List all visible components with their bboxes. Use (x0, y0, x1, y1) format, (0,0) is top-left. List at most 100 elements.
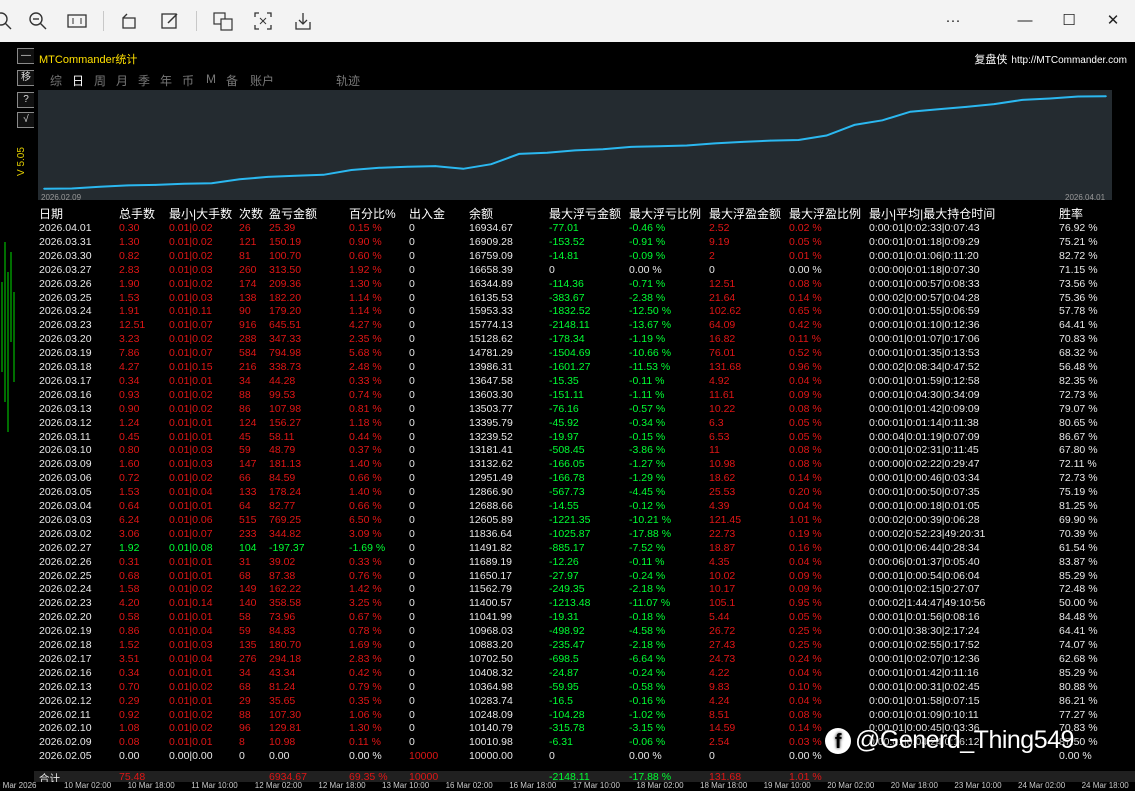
cell-date: 2026.02.20 (39, 611, 92, 624)
help-button[interactable]: ? (17, 92, 35, 108)
cell-balance: 13239.52 (469, 430, 513, 443)
cell-max-float-profit-ratio: 0.05 % (789, 430, 822, 443)
balance-point (266, 176, 269, 178)
balance-point (546, 152, 548, 154)
cell-count: 96 (239, 722, 251, 735)
brand-link[interactable]: 复盘侠 http://MTCommander.com (974, 51, 1127, 67)
cell-win-rate: 81.25 % (1059, 500, 1098, 512)
cell-max-float-loss-ratio: -10.21 % (629, 513, 672, 526)
cell-total-lots: 0.34 (119, 666, 140, 679)
cell-max-float-profit: 18.87 (709, 541, 736, 554)
balance-curve-line (43, 95, 1107, 190)
cell-date: 2026.02.24 (39, 583, 92, 596)
more-options-button[interactable]: ··· (938, 8, 968, 34)
maximize-button[interactable]: ☐ (1054, 8, 1084, 34)
table-row: 2026.03.16 0.93 0.01|0.02 88 99.53 0.74 % 0 136… (34, 389, 1135, 403)
crop-icon[interactable] (252, 10, 274, 32)
tab-weekly[interactable]: 周 (94, 72, 106, 89)
tab-track[interactable]: 轨迹 (336, 72, 360, 89)
minimize-button[interactable]: — (1010, 8, 1040, 34)
cell-pnl: 0.00 (269, 750, 290, 763)
cell-balance: 11041.99 (469, 611, 513, 624)
move-button[interactable]: 移 (17, 70, 35, 86)
cell-holding-time: 0:00:01|0:02:55|0:17:52 (869, 639, 980, 651)
cell-percent: 2.35 % (349, 333, 382, 346)
cell-max-float-loss-ratio: -2.38 % (629, 291, 666, 304)
cell-max-float-profit: 2.54 (709, 736, 730, 749)
cell-max-float-profit-ratio: 0.14 % (789, 472, 822, 485)
table-row: 2026.02.13 0.70 0.01|0.02 68 81.24 0.79 % 0 103… (34, 681, 1135, 695)
cell-count: 216 (239, 361, 257, 373)
cell-count: 174 (239, 277, 257, 290)
translate-icon[interactable] (212, 10, 234, 32)
tab-quarterly[interactable]: 季 (138, 72, 150, 89)
cell-total-lots: 1.91 (119, 305, 140, 318)
confirm-button[interactable]: √ (17, 112, 35, 128)
table-row: 2026.03.25 1.53 0.01|0.03 138 182.20 1.14 % 0 1… (34, 292, 1135, 306)
table-row: 2026.03.10 0.80 0.01|0.03 59 48.79 0.37 % 0 131… (34, 444, 1135, 458)
cell-max-float-loss: -235.47 (549, 639, 585, 651)
cell-max-float-profit: 131.68 (709, 361, 742, 373)
cell-percent: 0.76 % (349, 569, 382, 582)
cell-count: 88 (239, 708, 251, 721)
cell-max-float-profit-ratio: 0.09 % (789, 388, 822, 401)
cell-holding-time: 0:00:01|0:01:55|0:06:59 (869, 305, 980, 318)
cell-max-float-loss-ratio: -0.06 % (629, 736, 666, 749)
fit-page-icon[interactable] (66, 10, 88, 32)
col-header-win-rate: 胜率 (1059, 207, 1084, 221)
table-row: 2026.03.17 0.34 0.01|0.01 34 44.28 0.33 % 0 136… (34, 375, 1135, 389)
tab-daily[interactable]: 日 (72, 72, 84, 89)
table-row: 2026.03.26 1.90 0.01|0.02 174 209.36 1.30 % 0 1… (34, 278, 1135, 292)
table-row: 2026.03.27 2.83 0.01|0.03 260 313.50 1.92 % 0 1… (34, 264, 1135, 278)
cell-max-float-profit: 4.22 (709, 666, 730, 679)
tab-magic[interactable]: M (206, 72, 216, 86)
cell-date: 2026.03.06 (39, 472, 92, 485)
cell-deposit: 0 (409, 555, 415, 568)
save-icon[interactable] (292, 10, 314, 32)
table-row: 2026.03.19 7.86 0.01|0.07 584 794.98 5.68 % 0 1… (34, 347, 1135, 361)
table-row: 2026.03.13 0.90 0.01|0.02 86 107.98 0.81 % 0 13… (34, 403, 1135, 417)
cell-holding-time: 0:00:01|0:01:42|0:09:09 (869, 402, 980, 415)
cell-max-float-profit-ratio: 0.08 % (789, 277, 822, 290)
cell-percent: 0.78 % (349, 625, 382, 638)
cell-date: 2026.02.13 (39, 680, 92, 693)
cell-pnl: 338.73 (269, 361, 302, 373)
cell-max-float-loss: -383.67 (549, 291, 585, 304)
cell-deposit: 0 (409, 416, 415, 429)
viewer-toolbar: ··· — ☐ ✕ (0, 0, 1135, 43)
balance-curve-svg (43, 95, 1107, 190)
cell-balance: 10010.98 (469, 736, 513, 749)
balance-point (713, 142, 716, 145)
tab-account[interactable]: 账户 (250, 72, 274, 89)
balance-point (686, 144, 688, 147)
tab-backup[interactable]: 备 (226, 72, 238, 89)
rotate-icon[interactable] (118, 10, 140, 32)
cell-max-float-loss-ratio: -1.02 % (629, 708, 666, 721)
balance-point (602, 148, 604, 151)
cell-max-float-profit: 24.73 (709, 652, 736, 665)
close-button[interactable]: ✕ (1098, 8, 1128, 34)
zoom-out-icon[interactable] (27, 10, 49, 32)
cell-balance: 10408.32 (469, 666, 513, 679)
cell-deposit: 0 (409, 639, 415, 651)
tab-currency[interactable]: 币 (182, 72, 194, 89)
cell-max-float-loss-ratio: -0.11 % (629, 374, 665, 387)
cell-date: 2026.03.11 (39, 430, 91, 443)
cell-percent: 1.40 % (349, 458, 382, 471)
tab-monthly[interactable]: 月 (116, 72, 128, 89)
tab-overview[interactable]: 综 (50, 72, 62, 89)
cell-balance: 13503.77 (469, 402, 513, 415)
time-label: 24 Mar 18:00 (1081, 781, 1129, 790)
collapse-button[interactable]: — (17, 48, 35, 64)
tab-yearly[interactable]: 年 (160, 72, 172, 89)
balance-point (574, 149, 576, 152)
brand-url[interactable]: http://MTCommander.com (1011, 55, 1127, 66)
zoom-in-icon[interactable] (0, 10, 14, 32)
cell-pnl: 84.83 (269, 625, 296, 638)
cell-max-float-loss-ratio: -0.91 % (629, 235, 666, 248)
table-row: 2026.03.24 1.91 0.01|0.11 90 179.20 1.14 % 0 15… (34, 305, 1135, 319)
cell-total-lots: 1.30 (119, 235, 140, 248)
edit-icon[interactable] (159, 10, 181, 32)
balance-point (462, 168, 465, 170)
cell-deposit: 0 (409, 736, 415, 749)
